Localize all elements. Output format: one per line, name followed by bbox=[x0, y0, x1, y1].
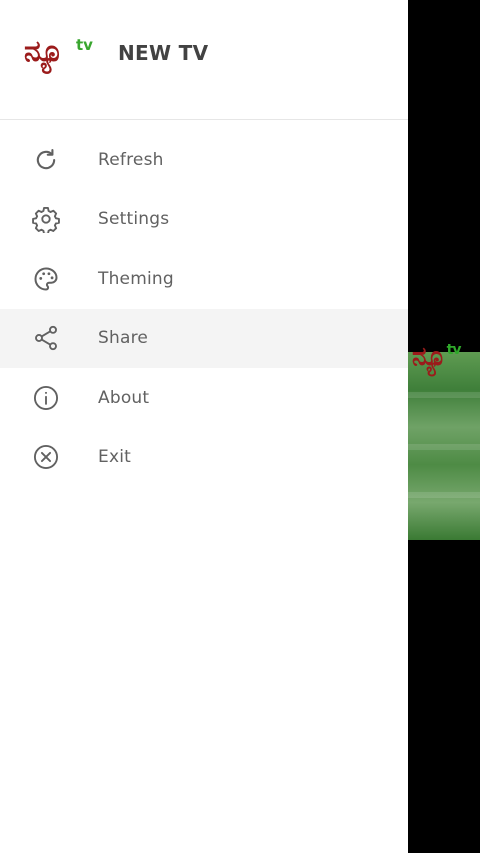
menu-item-share[interactable]: Share bbox=[0, 308, 408, 368]
menu-label-settings: Settings bbox=[98, 209, 170, 230]
app-logo-main: ನ್ಯೂ bbox=[24, 34, 64, 69]
menu-item-refresh[interactable]: Refresh bbox=[0, 130, 408, 190]
menu-item-settings[interactable]: Settings bbox=[0, 190, 408, 250]
drawer-header: ನ್ಯೂ tv NEW TV bbox=[0, 0, 408, 120]
background-logo-main: ನ್ಯೂ bbox=[412, 342, 447, 372]
menu-label-exit: Exit bbox=[98, 447, 131, 468]
palette-icon bbox=[32, 265, 60, 293]
background-channel-logo: ನ್ಯೂtv bbox=[412, 342, 462, 373]
menu-item-exit[interactable]: Exit bbox=[0, 428, 408, 488]
drawer-menu: Refresh Settings Theming Share About Exi… bbox=[0, 120, 408, 487]
share-icon bbox=[32, 324, 60, 352]
navigation-drawer: ನ್ಯೂ tv NEW TV Refresh Settings Theming … bbox=[0, 0, 408, 853]
refresh-icon bbox=[32, 146, 60, 174]
menu-item-theming[interactable]: Theming bbox=[0, 249, 408, 309]
close-circle-icon bbox=[32, 443, 60, 471]
menu-label-about: About bbox=[98, 387, 150, 408]
screen: ನ್ಯೂtv ನ್ಯೂ tv NEW TV Refresh Settings T… bbox=[0, 0, 480, 853]
info-icon bbox=[32, 384, 60, 412]
background-video-thumbnail bbox=[408, 352, 480, 540]
menu-label-theming: Theming bbox=[98, 268, 174, 289]
menu-label-share: Share bbox=[98, 328, 149, 349]
app-logo-tv: tv bbox=[76, 36, 93, 54]
menu-item-about[interactable]: About bbox=[0, 368, 408, 428]
background-logo-tv: tv bbox=[446, 342, 462, 358]
menu-label-refresh: Refresh bbox=[98, 149, 164, 170]
app-title: NEW TV bbox=[118, 41, 209, 65]
gear-icon bbox=[32, 205, 60, 234]
app-logo: ನ್ಯೂ tv bbox=[22, 30, 98, 82]
